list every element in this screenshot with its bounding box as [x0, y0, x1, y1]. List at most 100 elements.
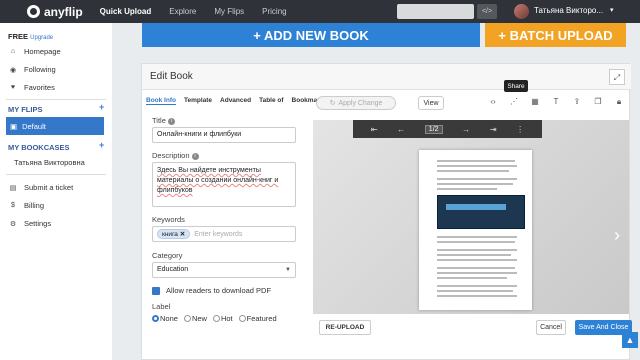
radio-selected-icon: [152, 315, 159, 322]
gear-icon: ⚙: [9, 220, 17, 228]
radio-none[interactable]: None: [152, 314, 178, 323]
text-line: [437, 277, 507, 279]
chevron-down-icon: ▼: [285, 267, 291, 273]
upload-icon[interactable]: ⇪: [572, 97, 582, 107]
keywords-field[interactable]: книга ✕ Enter keywords: [152, 226, 296, 242]
rss-icon: ◉: [9, 66, 17, 74]
radio-icon: [183, 315, 191, 322]
sidebar-item-submit-ticket[interactable]: ▤ Submit a ticket: [8, 183, 74, 192]
keywords-label: Keywords: [152, 215, 185, 224]
prev-page-icon[interactable]: ←: [397, 125, 405, 134]
my-flips-heading: MY FLIPS: [8, 105, 43, 114]
add-flip-button[interactable]: +: [99, 102, 104, 112]
keyword-tag[interactable]: книга ✕: [157, 229, 191, 239]
ticket-icon: ▤: [9, 184, 17, 192]
close-icon[interactable]: ✕: [180, 231, 185, 238]
nav-pricing[interactable]: Pricing: [262, 7, 286, 16]
text-line: [437, 183, 513, 185]
viewer-toolbar: ⇤ ← 1/2 → ⇥ ⋮: [353, 120, 542, 138]
download-checkbox[interactable]: Allow readers to download PDF: [152, 286, 271, 295]
add-bookcase-button[interactable]: +: [99, 140, 104, 150]
sidebar-item-favorites[interactable]: ♥ Favorites: [8, 83, 55, 92]
top-navigation-bar: anyflip Quick Upload Explore My Flips Pr…: [0, 0, 640, 23]
batch-upload-button[interactable]: + BATCH UPLOAD: [485, 23, 626, 47]
description-label: Description i: [152, 151, 199, 160]
page-indicator[interactable]: 1/2: [424, 124, 443, 134]
first-page-icon[interactable]: ⇤: [371, 125, 378, 134]
plan-label: FREE Upgrade: [8, 32, 54, 41]
text-line: [437, 165, 517, 167]
text-line: [437, 290, 513, 292]
divider: [6, 99, 106, 100]
text-line: [437, 254, 511, 256]
share-tooltip: Share: [504, 80, 528, 92]
keywords-placeholder: Enter keywords: [194, 231, 243, 238]
sidebar-item-billing[interactable]: $ Billing: [8, 201, 44, 210]
sidebar-item-settings[interactable]: ⚙ Settings: [8, 219, 51, 228]
user-name[interactable]: Татьяна Викторо...: [534, 6, 603, 15]
category-select[interactable]: Education ▼: [152, 262, 296, 278]
next-page-icon[interactable]: →: [462, 125, 470, 134]
bookcase-item[interactable]: Татьяна Викторовна: [14, 158, 85, 167]
scroll-to-top-icon[interactable]: ▲: [622, 332, 638, 348]
main-content: + ADD NEW BOOK + BATCH UPLOAD Edit Book …: [112, 23, 640, 360]
page-title: Edit Book: [150, 71, 193, 82]
apply-change-button[interactable]: ↻ Apply Change: [316, 96, 396, 110]
next-page-arrow-icon[interactable]: ›: [614, 225, 620, 246]
lock-icon[interactable]: 🔒︎: [614, 97, 624, 107]
text-line: [437, 236, 517, 238]
nav-explore[interactable]: Explore: [169, 7, 196, 16]
my-bookcases-heading: MY BOOKCASES: [8, 143, 70, 152]
sidebar-item-following[interactable]: ◉ Following: [8, 65, 56, 74]
heart-icon: ♥: [10, 84, 16, 91]
description-textarea[interactable]: Здесь Вы найдете инструменты материалы о…: [152, 162, 296, 207]
editor-toolbar: ‹› ⋰ ▦ T ⇪ ❐ 🔒︎: [488, 97, 624, 107]
refresh-icon: ↻: [329, 100, 336, 107]
radio-featured[interactable]: Featured: [238, 314, 277, 323]
tab-template[interactable]: Template: [184, 97, 212, 105]
expand-icon[interactable]: ⤢: [609, 69, 625, 85]
anyflip-logo[interactable]: anyflip: [27, 5, 83, 19]
nav-my-flips[interactable]: My Flips: [214, 7, 244, 16]
radio-hot[interactable]: Hot: [212, 314, 233, 323]
chevron-down-icon[interactable]: ▾: [610, 6, 614, 14]
sidebar-item-homepage[interactable]: ⌂ Homepage: [8, 47, 61, 56]
last-page-icon[interactable]: ⇥: [490, 125, 497, 134]
edit-tabs: Book Info Template Advanced Table of Boo…: [146, 97, 323, 105]
upgrade-link[interactable]: Upgrade: [30, 35, 53, 41]
text-line: [437, 259, 517, 261]
label-heading: Label: [152, 302, 171, 311]
tab-advanced[interactable]: Advanced: [220, 97, 251, 105]
panel-header: Edit Book ⤢: [142, 64, 631, 90]
tab-book-info[interactable]: Book Info: [146, 97, 176, 105]
nav-quick-upload[interactable]: Quick Upload: [100, 7, 152, 16]
copy-icon[interactable]: ❐: [593, 97, 603, 107]
text-line: [437, 272, 517, 274]
radio-new[interactable]: New: [183, 314, 207, 323]
more-icon[interactable]: ⋮: [516, 125, 524, 134]
view-button[interactable]: View: [418, 96, 444, 110]
dollar-icon: $: [11, 202, 15, 209]
text-line: [437, 249, 517, 251]
title-label: Title i: [152, 116, 175, 125]
cancel-button[interactable]: Cancel: [536, 320, 566, 335]
share-icon[interactable]: ⋰: [509, 97, 519, 107]
image-icon[interactable]: ▦: [530, 97, 540, 107]
flipbook-preview[interactable]: ⇤ ← 1/2 → ⇥ ⋮ ›: [313, 120, 629, 314]
page-image: [437, 195, 525, 229]
text-icon[interactable]: T: [551, 97, 561, 107]
text-line: [437, 160, 515, 162]
embed-code-icon[interactable]: ‹›: [488, 97, 498, 107]
re-upload-button[interactable]: RE-UPLOAD: [319, 320, 371, 335]
embed-code-button[interactable]: </>: [477, 4, 497, 19]
avatar[interactable]: [514, 4, 529, 19]
title-field[interactable]: Онлайн-книги и флипбуки: [152, 127, 296, 143]
category-label: Category: [152, 251, 183, 260]
sidebar-item-default[interactable]: ▣ Default: [6, 117, 104, 135]
tab-table-of-contents[interactable]: Table of: [259, 97, 283, 105]
text-line: [437, 170, 509, 172]
add-new-book-button[interactable]: + ADD NEW BOOK: [142, 23, 480, 47]
info-icon: i: [167, 117, 175, 125]
search-input[interactable]: [397, 4, 474, 19]
text-line: [437, 241, 515, 243]
